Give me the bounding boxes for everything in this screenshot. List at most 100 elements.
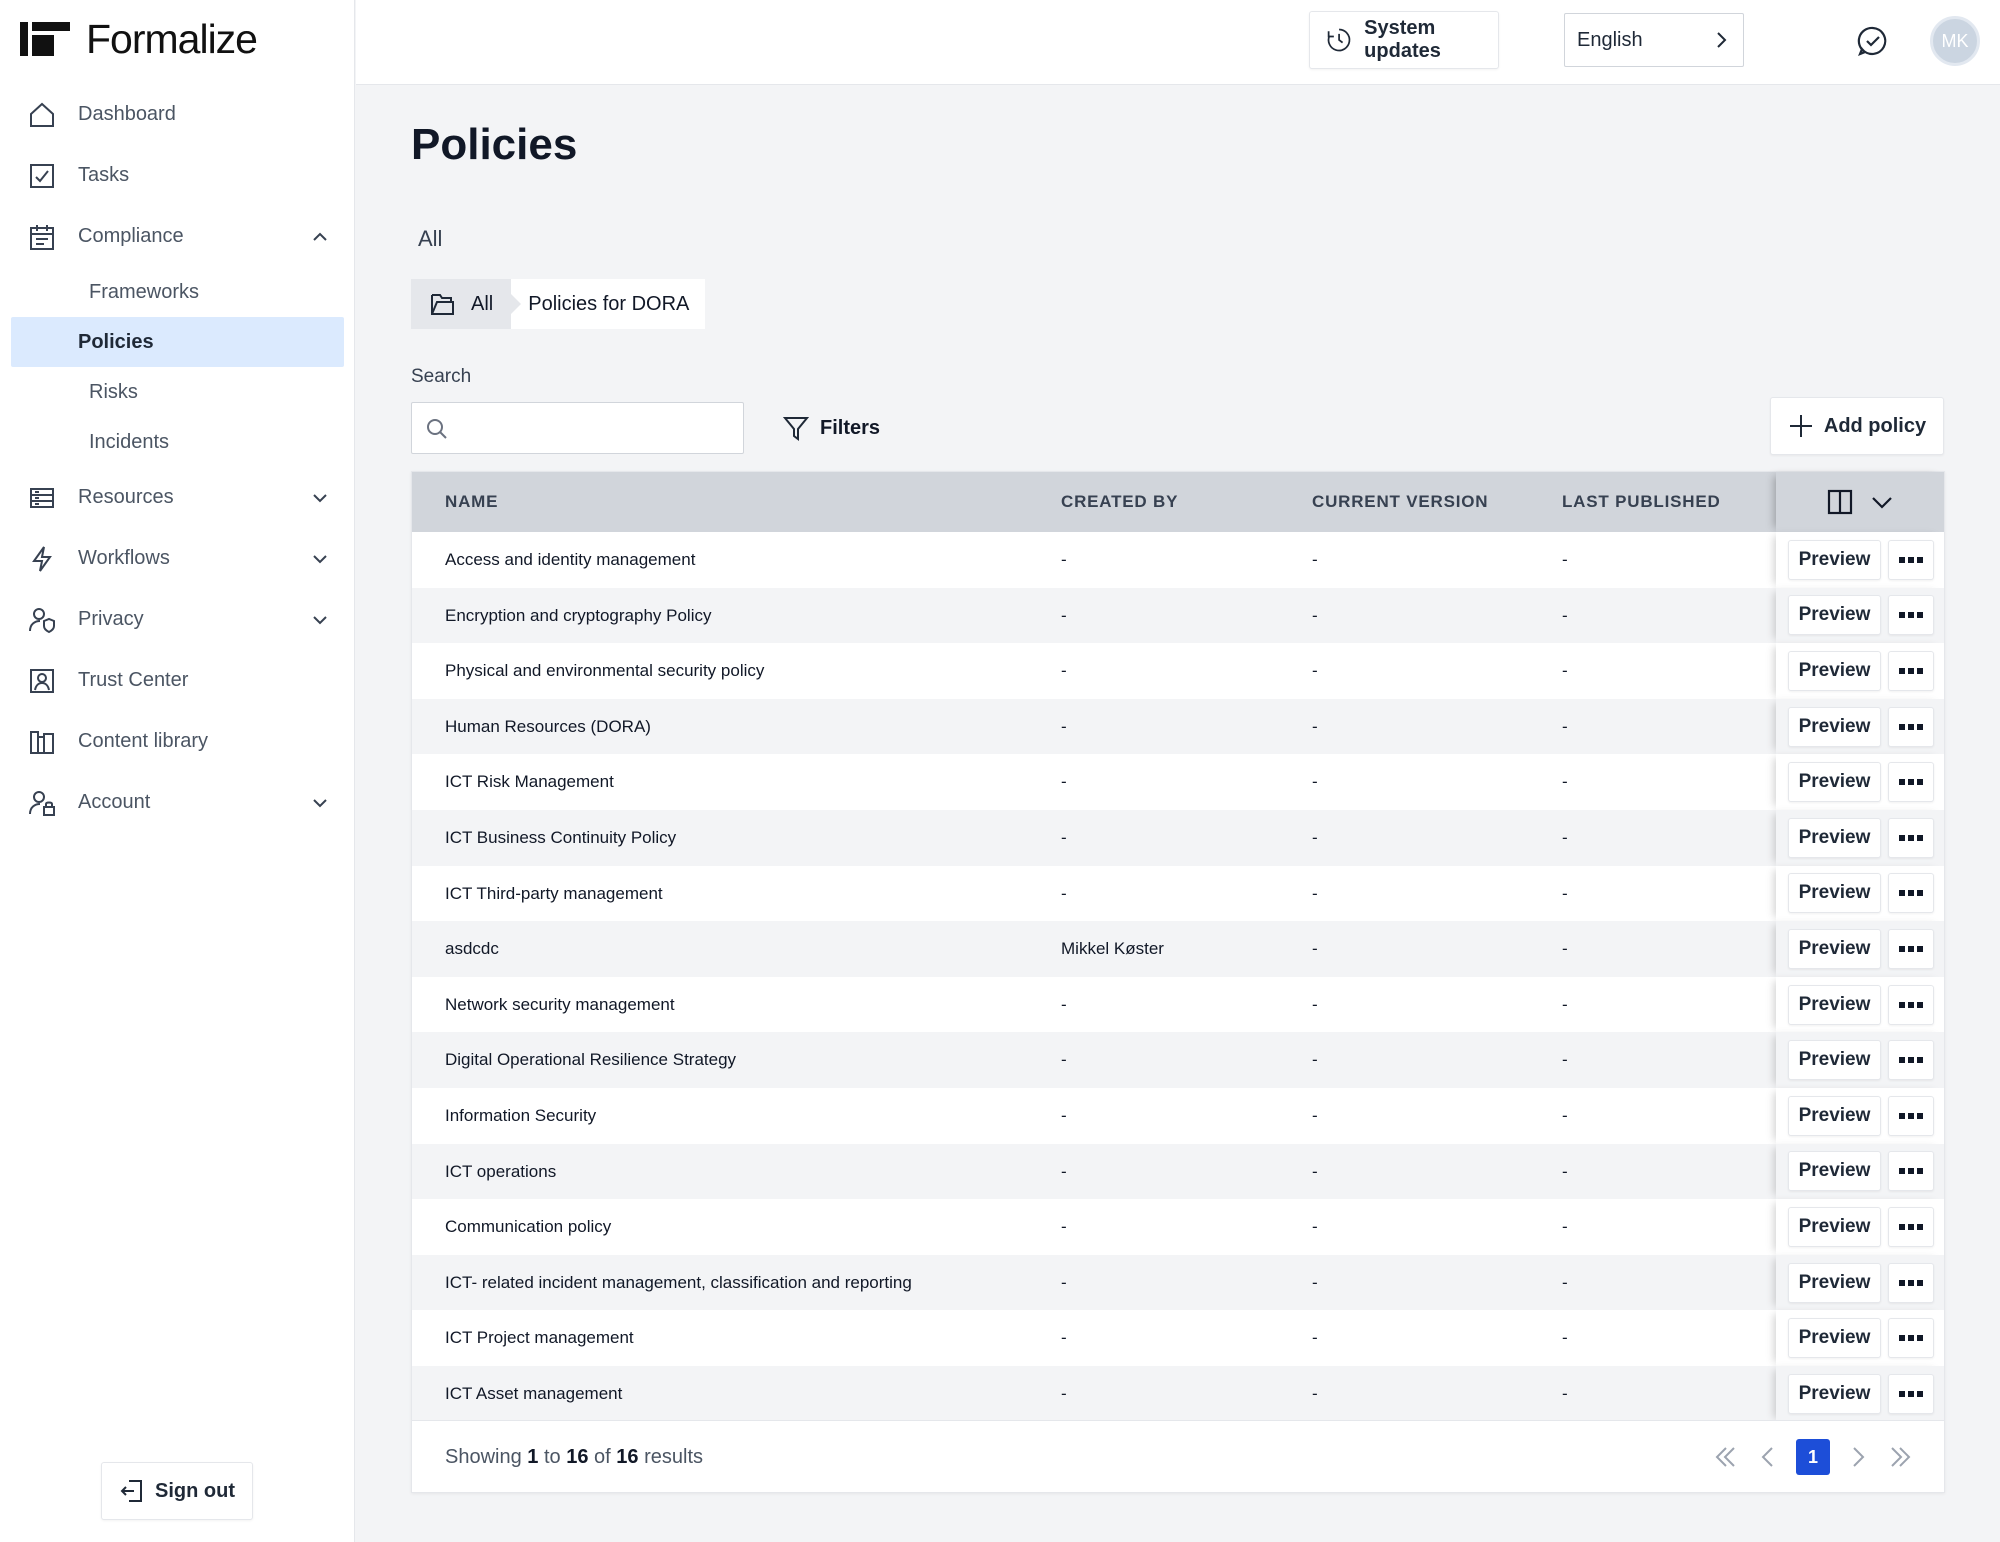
avatar[interactable]: MK — [1930, 16, 1980, 66]
more-options-button[interactable] — [1888, 873, 1934, 914]
table-row[interactable]: Encryption and cryptography Policy - - - Pre… — [412, 587, 1944, 644]
sidebar-subitem-risks[interactable]: Risks — [11, 367, 344, 417]
add-policy-button[interactable]: Add policy — [1770, 397, 1944, 455]
column-header-last-published[interactable]: LAST PUBLISHED — [1562, 472, 1721, 532]
prev-page-button[interactable] — [1754, 1443, 1782, 1471]
preview-button[interactable]: Preview — [1788, 539, 1881, 580]
preview-button[interactable]: Preview — [1788, 1095, 1881, 1136]
last-page-button[interactable] — [1886, 1443, 1914, 1471]
table-row[interactable]: ICT- related incident management, classi… — [412, 1254, 1944, 1311]
preview-button[interactable]: Preview — [1788, 984, 1881, 1025]
system-updates-button[interactable]: System updates — [1309, 11, 1499, 69]
preview-button[interactable]: Preview — [1788, 873, 1881, 914]
columns-icon[interactable] — [1826, 488, 1854, 516]
sidebar-item-resources[interactable]: Resources — [0, 467, 355, 528]
row-actions: Preview — [1776, 809, 1944, 866]
sidebar-subitem-policies[interactable]: Policies — [11, 317, 344, 367]
preview-button[interactable]: Preview — [1788, 1373, 1881, 1414]
table-row[interactable]: Information Security - - - Preview — [412, 1087, 1944, 1144]
table-row[interactable]: ICT operations - - - Preview — [412, 1143, 1944, 1200]
sidebar-item-dashboard[interactable]: Dashboard — [0, 84, 355, 145]
cell-last-published: - — [1562, 827, 1568, 847]
more-options-button[interactable] — [1888, 1373, 1934, 1414]
cell-name: ICT operations — [445, 1161, 557, 1181]
preview-button[interactable]: Preview — [1788, 706, 1881, 747]
ellipsis-icon — [1899, 1223, 1923, 1230]
preview-button[interactable]: Preview — [1788, 817, 1881, 858]
tab-all[interactable]: All — [418, 226, 442, 252]
breadcrumb-current: Policies for DORA — [511, 279, 706, 329]
more-options-button[interactable] — [1888, 928, 1934, 969]
sidebar-subitem-frameworks[interactable]: Frameworks — [11, 267, 344, 317]
page-button-current[interactable]: 1 — [1796, 1439, 1830, 1475]
sign-out-button[interactable]: Sign out — [101, 1462, 253, 1520]
preview-button[interactable]: Preview — [1788, 1040, 1881, 1081]
sidebar-item-account[interactable]: Account — [0, 772, 355, 833]
more-options-button[interactable] — [1888, 706, 1934, 747]
more-options-button[interactable] — [1888, 1095, 1934, 1136]
table-row[interactable]: Access and identity management - - - Preview — [412, 532, 1944, 588]
more-options-button[interactable] — [1888, 1262, 1934, 1303]
cell-last-published: - — [1562, 994, 1568, 1014]
column-header-name[interactable]: NAME — [445, 472, 498, 532]
table-row[interactable]: ICT Risk Management - - - Preview — [412, 754, 1944, 810]
next-page-button[interactable] — [1844, 1443, 1872, 1471]
preview-button[interactable]: Preview — [1788, 1206, 1881, 1247]
sidebar-item-privacy[interactable]: Privacy — [0, 589, 355, 650]
sidebar-item-content-library[interactable]: Content library — [0, 711, 355, 772]
preview-button[interactable]: Preview — [1788, 1151, 1881, 1192]
sidebar-item-workflows[interactable]: Workflows — [0, 528, 355, 589]
cell-current-version: - — [1312, 716, 1318, 736]
table-row[interactable]: Human Resources (DORA) - - - Preview — [412, 698, 1944, 755]
chat-check-icon[interactable] — [1856, 24, 1890, 58]
cell-created-by: - — [1061, 605, 1067, 625]
more-options-button[interactable] — [1888, 1318, 1934, 1359]
more-options-button[interactable] — [1888, 1040, 1934, 1081]
brand[interactable]: Formalize — [20, 16, 258, 62]
row-actions: Preview — [1776, 976, 1944, 1033]
language-select[interactable]: English — [1564, 13, 1744, 67]
column-header-created-by[interactable]: CREATED BY — [1061, 472, 1178, 532]
row-actions: Preview — [1776, 698, 1944, 755]
sidebar-item-tasks[interactable]: Tasks — [0, 145, 355, 206]
more-options-button[interactable] — [1888, 595, 1934, 636]
preview-button[interactable]: Preview — [1788, 762, 1881, 803]
table-row[interactable]: ICT Third-party management - - - Preview — [412, 865, 1944, 922]
preview-button[interactable]: Preview — [1788, 928, 1881, 969]
column-header-current-version[interactable]: CURRENT VERSION — [1312, 472, 1488, 532]
sidebar-item-compliance[interactable]: Compliance — [0, 206, 355, 267]
table-row[interactable]: Communication policy - - - Preview — [412, 1199, 1944, 1255]
sidebar-item-label: Tasks — [78, 164, 130, 186]
more-options-button[interactable] — [1888, 650, 1934, 691]
more-options-button[interactable] — [1888, 762, 1934, 803]
preview-button[interactable]: Preview — [1788, 595, 1881, 636]
table-row[interactable]: Digital Operational Resilience Strategy -… — [412, 1032, 1944, 1088]
filters-button[interactable]: Filters — [782, 406, 880, 450]
more-options-button[interactable] — [1888, 1151, 1934, 1192]
cell-name: Information Security — [445, 1105, 597, 1125]
ellipsis-icon — [1899, 1279, 1923, 1286]
cell-created-by: Mikkel Køster — [1061, 939, 1164, 959]
preview-button[interactable]: Preview — [1788, 650, 1881, 691]
preview-button[interactable]: Preview — [1788, 1262, 1881, 1303]
table-row[interactable]: Network security management - - - Preview — [412, 976, 1944, 1033]
more-options-button[interactable] — [1888, 984, 1934, 1025]
table-row[interactable]: ICT Project management - - - Preview — [412, 1310, 1944, 1366]
preview-button[interactable]: Preview — [1788, 1318, 1881, 1359]
search-input[interactable] — [460, 403, 740, 453]
cell-last-published: - — [1562, 1050, 1568, 1070]
cell-created-by: - — [1061, 550, 1067, 569]
sidebar-item-trust-center[interactable]: Trust Center — [0, 650, 355, 711]
chevron-down-icon[interactable] — [1870, 490, 1894, 514]
more-options-button[interactable] — [1888, 817, 1934, 858]
table-row[interactable]: asdcdc Mikkel Køster - - Preview — [412, 921, 1944, 977]
sidebar-subitem-incidents[interactable]: Incidents — [11, 417, 344, 467]
more-options-button[interactable] — [1888, 539, 1934, 580]
table-row[interactable]: ICT Business Continuity Policy - - - Preview — [412, 809, 1944, 866]
table-row[interactable]: Physical and environmental security poli… — [412, 643, 1944, 699]
cell-created-by: - — [1061, 994, 1067, 1014]
first-page-button[interactable] — [1712, 1443, 1740, 1471]
more-options-button[interactable] — [1888, 1206, 1934, 1247]
table-row[interactable]: ICT Asset management - - - Preview — [412, 1365, 1944, 1422]
breadcrumb-root[interactable]: All — [411, 279, 522, 329]
